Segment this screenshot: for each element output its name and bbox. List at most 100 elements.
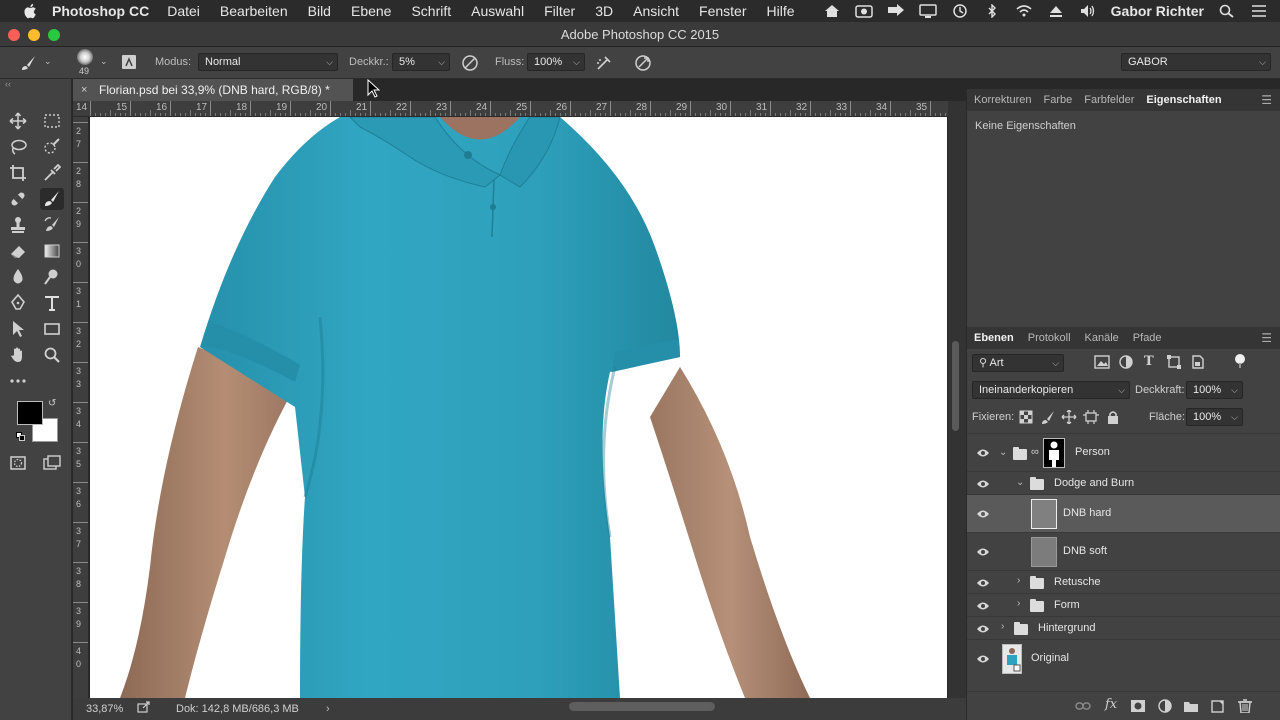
- filter-shape-layer-icon[interactable]: [1166, 355, 1182, 369]
- eye-visibility-icon[interactable]: [976, 448, 990, 458]
- zoom-window-button[interactable]: [48, 29, 60, 41]
- hand-tool[interactable]: [6, 344, 30, 366]
- menu-ebene[interactable]: Ebene: [351, 3, 391, 19]
- collapsed-arrow-icon[interactable]: ›: [1017, 575, 1020, 586]
- close-window-button[interactable]: [8, 29, 20, 41]
- foreground-color-swatch[interactable]: [17, 401, 43, 425]
- layer-row-dnb-soft[interactable]: DNB soft: [967, 532, 1280, 570]
- pen-tool[interactable]: [6, 292, 30, 314]
- panel-menu-icon[interactable]: ☰: [1261, 331, 1272, 345]
- add-layer-mask-icon[interactable]: [1130, 699, 1146, 713]
- collapsed-arrow-icon[interactable]: ›: [1001, 621, 1004, 632]
- layer-mask-thumbnail[interactable]: [1043, 438, 1065, 468]
- tab-protokoll[interactable]: Protokoll: [1028, 332, 1071, 344]
- time-machine-icon[interactable]: [951, 4, 969, 18]
- eye-visibility-icon[interactable]: [976, 624, 990, 634]
- layer-row-original[interactable]: Original: [967, 639, 1280, 677]
- tab-eigenschaften[interactable]: Eigenschaften: [1146, 94, 1221, 106]
- menu-fenster[interactable]: Fenster: [699, 3, 746, 19]
- menu-bild[interactable]: Bild: [308, 3, 331, 19]
- vertical-ruler[interactable]: 2 7 2 8 2 9 3 0 3 1 3 2 3 3 3 4 3 5 3 6 3 7 3 8 3 9 4…: [73, 117, 89, 698]
- menu-3d[interactable]: 3D: [595, 3, 613, 19]
- history-brush-tool[interactable]: [40, 214, 64, 236]
- tab-ebenen[interactable]: Ebenen: [974, 332, 1014, 344]
- apple-logo-icon[interactable]: [22, 2, 40, 20]
- move-tool[interactable]: [6, 110, 30, 132]
- mask-link-icon[interactable]: ∞: [1031, 446, 1039, 458]
- blend-mode-select[interactable]: Normal ⌵: [198, 53, 338, 71]
- rectangle-tool[interactable]: [40, 318, 64, 340]
- share-icon[interactable]: [137, 701, 151, 713]
- clone-stamp-tool[interactable]: [6, 214, 30, 236]
- type-tool[interactable]: [40, 292, 64, 314]
- filter-toggle-switch[interactable]: [1235, 354, 1245, 368]
- filter-adjustment-layer-icon[interactable]: [1118, 355, 1134, 369]
- layer-thumbnail[interactable]: [1031, 499, 1057, 529]
- menu-hilfe[interactable]: Hilfe: [767, 3, 795, 19]
- lock-transparent-pixels-icon[interactable]: [1018, 410, 1034, 424]
- eye-visibility-icon[interactable]: [976, 547, 990, 557]
- quick-mask-button[interactable]: [6, 452, 30, 474]
- more-tools-button[interactable]: [6, 370, 30, 392]
- zoom-level[interactable]: 33,87%: [86, 700, 123, 718]
- expand-arrow-icon[interactable]: ⌄: [999, 447, 1007, 458]
- brush-tool[interactable]: [40, 188, 64, 210]
- quick-selection-tool[interactable]: [40, 136, 64, 158]
- tab-pfade[interactable]: Pfade: [1133, 332, 1162, 344]
- layer-fill-field[interactable]: 100% ⌵: [1186, 408, 1243, 426]
- document-size-info[interactable]: Dok: 142,8 MB/686,3 MB: [176, 700, 299, 718]
- notification-center-icon[interactable]: [1250, 4, 1268, 18]
- opacity-field[interactable]: 5% ⌵: [392, 53, 450, 71]
- layer-row-retusche[interactable]: › Retusche: [967, 570, 1280, 593]
- wifi-icon[interactable]: [1015, 4, 1033, 18]
- tab-korrekturen[interactable]: Korrekturen: [974, 94, 1031, 106]
- eraser-tool[interactable]: [6, 240, 30, 262]
- path-selection-tool[interactable]: [6, 318, 30, 340]
- filter-pixel-layer-icon[interactable]: [1094, 355, 1110, 369]
- tab-kanaele[interactable]: Kanäle: [1085, 332, 1119, 344]
- monitor-icon[interactable]: [918, 4, 937, 18]
- new-group-icon[interactable]: [1183, 699, 1199, 713]
- horizontal-scroll-thumb[interactable]: [569, 702, 715, 711]
- tab-farbe[interactable]: Farbe: [1043, 94, 1072, 106]
- brush-preview-icon[interactable]: [77, 49, 93, 65]
- close-document-icon[interactable]: ×: [81, 79, 87, 101]
- lock-artboard-icon[interactable]: [1083, 410, 1099, 424]
- link-layers-icon[interactable]: [1075, 699, 1091, 713]
- layer-opacity-field[interactable]: 100% ⌵: [1186, 381, 1243, 399]
- eyedropper-tool[interactable]: [40, 162, 64, 184]
- brush-tool-preset-icon[interactable]: [20, 55, 38, 71]
- pressure-opacity-icon[interactable]: [461, 54, 479, 72]
- pressure-size-icon[interactable]: [634, 54, 652, 72]
- bluetooth-icon[interactable]: [983, 4, 1001, 18]
- airbrush-icon[interactable]: [595, 54, 613, 72]
- collapsed-arrow-icon[interactable]: ›: [1017, 598, 1020, 609]
- filter-type-layer-icon[interactable]: T: [1144, 354, 1154, 369]
- menu-auswahl[interactable]: Auswahl: [471, 3, 524, 19]
- menu-schrift[interactable]: Schrift: [411, 3, 451, 19]
- spotlight-search-icon[interactable]: [1218, 4, 1236, 18]
- collapse-toolbar-icon[interactable]: ‹‹: [5, 79, 11, 89]
- menu-bearbeiten[interactable]: Bearbeiten: [220, 3, 288, 19]
- eye-visibility-icon[interactable]: [976, 578, 990, 588]
- horizontal-ruler[interactable]: 14 15 16 17 18 19 20 21 22 23 24 25 26 27 28 29 30 31 32 33…: [73, 101, 948, 117]
- menubar-user[interactable]: Gabor Richter: [1111, 3, 1204, 19]
- layer-row-hintergrund[interactable]: › Hintergrund: [967, 616, 1280, 639]
- gradient-tool[interactable]: [40, 240, 64, 262]
- marquee-tool[interactable]: [40, 110, 64, 132]
- layer-blend-mode-select[interactable]: Ineinanderkopieren ⌵: [972, 381, 1130, 399]
- eye-visibility-icon[interactable]: [976, 601, 990, 611]
- zoom-tool[interactable]: [40, 344, 64, 366]
- default-colors-icon[interactable]: [16, 432, 25, 441]
- layer-filter-select[interactable]: ⚲ Art ⌵: [972, 354, 1064, 372]
- eye-visibility-icon[interactable]: [976, 654, 990, 664]
- home-icon[interactable]: [823, 4, 841, 18]
- eject-icon[interactable]: [1047, 4, 1065, 18]
- status-menu-arrow-icon[interactable]: ›: [326, 700, 330, 718]
- blur-tool[interactable]: [6, 266, 30, 288]
- lock-position-icon[interactable]: [1061, 410, 1077, 424]
- workspace-select[interactable]: GABOR ⌵: [1121, 53, 1271, 71]
- delete-layer-trash-icon[interactable]: [1237, 699, 1253, 713]
- forward-icon[interactable]: [887, 4, 905, 18]
- crop-tool[interactable]: [6, 162, 30, 184]
